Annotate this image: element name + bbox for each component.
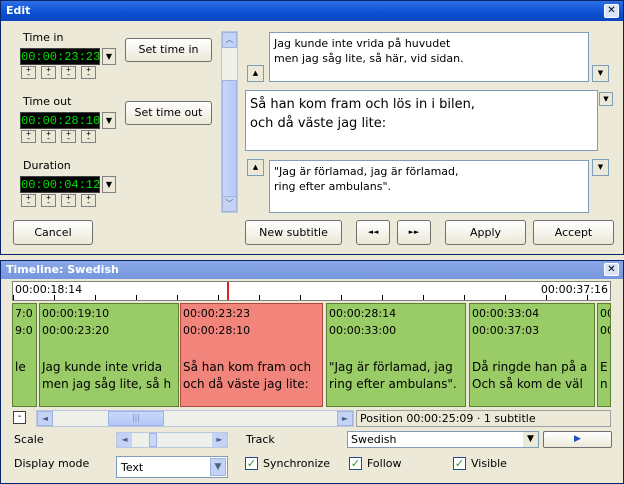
forward-button[interactable]: ►►: [397, 220, 431, 245]
timeline-title-bar[interactable]: Timeline: Swedish ✕: [1, 261, 623, 279]
timeline-block[interactable]: 00 00 E n: [597, 303, 611, 407]
timeline-block[interactable]: 7:0 9:0 le: [12, 303, 37, 407]
next-subtitle-up-icon[interactable]: ▲: [247, 159, 264, 176]
duration-frames-stepper[interactable]: + -: [81, 194, 96, 207]
duration-minutes-stepper[interactable]: + -: [41, 194, 56, 207]
prev-subtitle-text[interactable]: Jag kunde inte vrida på huvudet men jag …: [269, 32, 589, 82]
time-in-field[interactable]: 00:00:23:23: [20, 48, 100, 65]
display-mode-value: Text: [121, 461, 144, 474]
time-in-seconds-stepper[interactable]: + -: [61, 66, 76, 79]
current-subtitle-text[interactable]: Så han kom fram och lös in i bilen, och …: [245, 90, 598, 151]
next-subtitle-down-icon[interactable]: ▼: [592, 159, 609, 176]
duration-dropdown-icon[interactable]: ▼: [102, 176, 116, 193]
edit-window-title: Edit: [6, 4, 31, 17]
follow-checkbox[interactable]: ✓: [349, 457, 362, 470]
duration-hours-stepper[interactable]: + -: [21, 194, 36, 207]
play-track-button[interactable]: ▶: [543, 431, 612, 448]
time-out-seconds-stepper[interactable]: + -: [61, 130, 76, 143]
set-time-out-button[interactable]: Set time out: [125, 101, 212, 125]
display-mode-dropdown-icon[interactable]: ▼: [210, 458, 226, 476]
timeline-close-icon[interactable]: ✕: [604, 263, 619, 276]
scroll-down-icon[interactable]: ﹀: [222, 196, 237, 212]
scale-thumb[interactable]: [149, 433, 157, 447]
current-subtitle-menu-icon[interactable]: ▼: [599, 92, 613, 106]
synchronize-checkbox[interactable]: ✓: [245, 457, 258, 470]
cancel-button[interactable]: Cancel: [13, 220, 93, 245]
time-in-minutes-stepper[interactable]: + -: [41, 66, 56, 79]
timeline-block[interactable]: 00:00:19:10 00:00:23:20 Jag kunde inte v…: [39, 303, 179, 407]
prev-subtitle-up-icon[interactable]: ▲: [247, 65, 264, 82]
track-label: Track: [246, 433, 275, 446]
scrollbar-thumb[interactable]: [222, 80, 237, 210]
scale-label: Scale: [14, 433, 44, 446]
display-mode-label: Display mode: [14, 457, 90, 470]
display-mode-select[interactable]: Text ▼: [116, 456, 228, 478]
time-in-dropdown-icon[interactable]: ▼: [102, 48, 116, 65]
horizontal-scrollbar-thumb[interactable]: |||: [108, 411, 164, 426]
time-out-minutes-stepper[interactable]: + -: [41, 130, 56, 143]
scroll-left-icon[interactable]: ◄: [37, 411, 53, 426]
close-icon[interactable]: ✕: [604, 4, 619, 18]
edit-vertical-scrollbar[interactable]: ︿ ﹀: [221, 31, 238, 213]
visible-checkbox[interactable]: ✓: [453, 457, 466, 470]
time-in-label: Time in: [23, 31, 64, 44]
accept-button[interactable]: Accept: [533, 220, 614, 245]
timeline-horizontal-scrollbar[interactable]: ◄ ||| ►: [36, 410, 354, 427]
timeline-window-title: Timeline: Swedish: [6, 263, 119, 276]
track-value: Swedish: [351, 433, 397, 446]
duration-seconds-stepper[interactable]: + -: [61, 194, 76, 207]
prev-subtitle-down-icon[interactable]: ▼: [592, 65, 609, 82]
duration-field[interactable]: 00:00:04:12: [20, 176, 100, 193]
visible-label: Visible: [471, 457, 507, 470]
rewind-button[interactable]: ◄◄: [356, 220, 390, 245]
scroll-up-icon[interactable]: ︿: [222, 32, 237, 48]
track-dropdown-icon[interactable]: ▼: [523, 432, 538, 447]
timeline-block[interactable]: 00:00:28:14 00:00:33:00 "Jag är förlamad…: [326, 303, 466, 407]
scale-slider[interactable]: ◄ ►: [116, 432, 228, 448]
time-in-hours-stepper[interactable]: + -: [21, 66, 36, 79]
playhead-marker[interactable]: [227, 282, 229, 300]
time-out-label: Time out: [23, 95, 72, 108]
collapse-icon[interactable]: -: [13, 411, 26, 424]
time-out-hours-stepper[interactable]: + -: [21, 130, 36, 143]
timeline-ruler[interactable]: 00:00:18:14 00:00:37:16: [12, 281, 611, 301]
edit-window: Edit ✕ Time in 00:00:23:23 ▼ + - + - + - + -…: [0, 0, 624, 255]
time-out-field[interactable]: 00:00:28:10: [20, 112, 100, 129]
scale-right-icon[interactable]: ►: [212, 433, 227, 447]
follow-label: Follow: [367, 457, 402, 470]
timeline-block-selected[interactable]: 00:00:23:23 00:00:28:10 Så han kom fram …: [180, 303, 323, 407]
time-out-dropdown-icon[interactable]: ▼: [102, 112, 116, 129]
time-in-frames-stepper[interactable]: + -: [81, 66, 96, 79]
track-select[interactable]: Swedish ▼: [347, 431, 539, 448]
scroll-right-icon[interactable]: ►: [337, 411, 353, 426]
timeline-block[interactable]: 00:00:33:04 00:00:37:03 Då ringde han på…: [469, 303, 595, 407]
ruler-ticks: [13, 295, 610, 300]
new-subtitle-button[interactable]: New subtitle: [245, 220, 342, 245]
edit-title-bar[interactable]: Edit ✕: [1, 1, 623, 21]
time-out-frames-stepper[interactable]: + -: [81, 130, 96, 143]
scale-left-icon[interactable]: ◄: [117, 433, 132, 447]
next-subtitle-text[interactable]: "Jag är förlamad, jag är förlamad, ring …: [269, 160, 589, 213]
duration-label: Duration: [23, 159, 71, 172]
set-time-in-button[interactable]: Set time in: [125, 38, 212, 62]
apply-button[interactable]: Apply: [445, 220, 526, 245]
synchronize-label: Synchronize: [263, 457, 331, 470]
position-status: Position 00:00:25:09 · 1 subtitle: [356, 410, 611, 427]
